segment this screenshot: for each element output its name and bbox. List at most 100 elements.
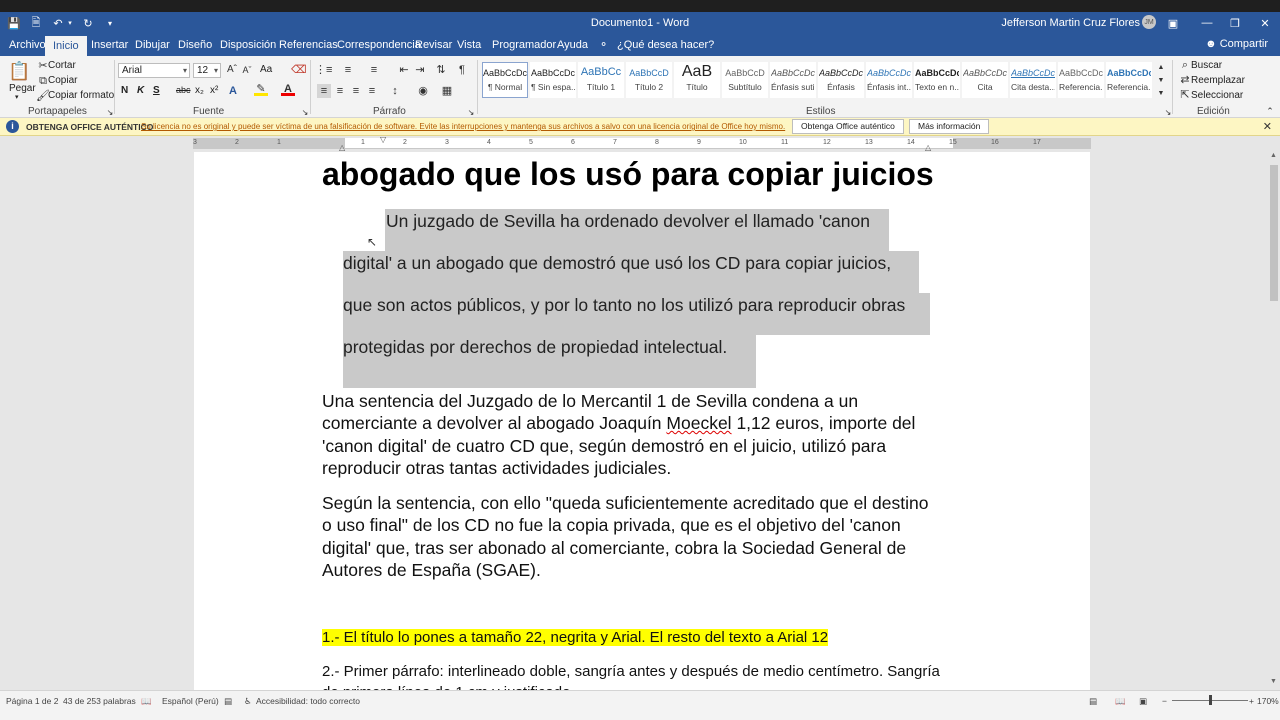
bullets-icon[interactable]: ⋮≡ xyxy=(315,63,332,77)
ribbon-display-icon[interactable]: ▣ xyxy=(1164,14,1182,32)
zoom-slider-thumb[interactable] xyxy=(1209,695,1212,705)
tab-revisar[interactable]: Revisar xyxy=(415,38,452,56)
shrink-font-icon[interactable]: Aˇ xyxy=(240,63,254,77)
styles-scroll-down-icon[interactable]: ▼ xyxy=(1154,74,1168,88)
zoom-in-icon[interactable]: + xyxy=(1249,696,1254,706)
vertical-scrollbar[interactable]: ▲ ▼ xyxy=(1268,150,1280,690)
paragraph-3-line[interactable]: digital' que, tras ser abonado al comerc… xyxy=(322,538,906,559)
select-button[interactable]: Seleccionar xyxy=(1191,90,1243,101)
close-icon[interactable]: ✕ xyxy=(1263,120,1272,133)
borders-icon[interactable]: ▦ xyxy=(440,84,454,98)
tab-inicio[interactable]: Inicio xyxy=(45,36,87,56)
font-name-combo[interactable]: Arial ▾ xyxy=(118,63,190,78)
tab-ayuda[interactable]: Ayuda xyxy=(557,38,588,56)
style-strong[interactable]: AaBbCcDc Texto en n... xyxy=(914,62,960,98)
paragraph-2-line[interactable]: Una sentencia del Juzgado de lo Mercanti… xyxy=(322,391,858,412)
tab-correspondencia[interactable]: Correspondencia xyxy=(337,38,421,56)
copy-button[interactable]: Copiar xyxy=(48,75,77,86)
paste-icon[interactable]: 📋 xyxy=(8,60,30,82)
font-color-icon[interactable]: A xyxy=(281,84,295,96)
tab-programador[interactable]: Programador xyxy=(492,38,556,56)
misspelled-word[interactable]: Moeckel xyxy=(666,413,731,433)
underline-button[interactable]: S xyxy=(153,85,160,96)
styles-scroll-up-icon[interactable]: ▲ xyxy=(1154,61,1168,75)
instruction-2[interactable]: 2.- Primer párrafo: interlineado doble, … xyxy=(322,663,940,680)
style-heading2[interactable]: AaBbCcD Título 2 xyxy=(626,62,672,98)
scroll-thumb[interactable] xyxy=(1270,165,1278,301)
style-intense-quote[interactable]: AaBbCcDc Cita desta... xyxy=(1010,62,1056,98)
line-spacing-icon[interactable]: ↕ xyxy=(388,84,402,98)
grow-font-icon[interactable]: Aˆ xyxy=(225,63,239,77)
more-info-button[interactable]: Más información xyxy=(909,119,990,134)
format-painter-button[interactable]: Copiar formato xyxy=(48,90,114,101)
restore-icon[interactable]: ❐ xyxy=(1226,14,1244,32)
paragraph-1-line[interactable]: digital' a un abogado que demostró que u… xyxy=(343,253,891,274)
macro-icon[interactable]: ▤ xyxy=(224,696,232,707)
style-intense-reference[interactable]: AaBbCcDc Referencia... xyxy=(1106,62,1152,98)
paragraph-3-line[interactable]: Autores de España (SGAE). xyxy=(322,560,541,581)
tab-referencias[interactable]: Referencias xyxy=(279,38,338,56)
minimize-icon[interactable]: — xyxy=(1198,14,1216,32)
info-message-link[interactable]: Su licencia no es original y puede ser v… xyxy=(141,122,785,131)
style-heading1[interactable]: AaBbCc Título 1 xyxy=(578,62,624,98)
tab-disposicion[interactable]: Disposición xyxy=(220,38,276,56)
superscript-button[interactable]: x² xyxy=(210,85,218,96)
justify-icon[interactable]: ≡ xyxy=(365,84,379,98)
tab-dibujar[interactable]: Dibujar xyxy=(135,38,170,56)
style-title[interactable]: AaB Título xyxy=(674,62,720,98)
instruction-1[interactable]: 1.- El título lo pones a tamaño 22, negr… xyxy=(322,629,829,646)
close-window-icon[interactable]: ✕ xyxy=(1256,14,1274,32)
subscript-button[interactable]: x₂ xyxy=(195,85,204,96)
italic-button[interactable]: K xyxy=(137,85,144,96)
document-page[interactable]: abogado que los usó para copiar juicios … xyxy=(194,152,1090,692)
highlight-icon[interactable]: ✎ xyxy=(254,84,268,96)
style-intense-emphasis[interactable]: AaBbCcDc Énfasis int... xyxy=(866,62,912,98)
scroll-down-icon[interactable]: ▼ xyxy=(1270,678,1277,685)
share-button[interactable]: ☻ Compartir xyxy=(1205,38,1268,50)
tab-insertar[interactable]: Insertar xyxy=(91,38,128,56)
scroll-up-icon[interactable]: ▲ xyxy=(1270,152,1277,159)
paragraph-1-line[interactable]: protegidas por derechos de propiedad int… xyxy=(343,337,727,358)
document-heading[interactable]: abogado que los usó para copiar juicios xyxy=(322,156,934,193)
align-left-icon[interactable]: ≡ xyxy=(317,84,331,98)
print-layout-icon[interactable]: ▣ xyxy=(1139,696,1147,707)
paragraph-3-line[interactable]: Según la sentencia, con ello "queda sufi… xyxy=(322,493,929,514)
align-center-icon[interactable]: ≡ xyxy=(333,84,347,98)
text-effects-icon[interactable]: A xyxy=(226,84,240,98)
paste-button[interactable]: Pegar xyxy=(9,83,36,94)
page-count[interactable]: Página 1 de 2 xyxy=(6,696,58,706)
style-subtle-reference[interactable]: AaBbCcDc Referencia... xyxy=(1058,62,1104,98)
tell-me-search[interactable]: ¿Qué desea hacer? xyxy=(617,38,714,56)
style-no-spacing[interactable]: AaBbCcDc ¶ Sin espa... xyxy=(530,62,576,98)
cut-button[interactable]: Cortar xyxy=(48,60,76,71)
paragraph-2-line[interactable]: comerciante a devolver al abogado Joaquí… xyxy=(322,413,915,434)
find-button[interactable]: Buscar xyxy=(1191,60,1222,71)
user-name[interactable]: Jefferson Martin Cruz Flores xyxy=(1001,17,1140,29)
focus-mode-icon[interactable]: ▤ xyxy=(1089,696,1097,707)
proofing-icon[interactable]: 📖 xyxy=(141,696,152,707)
search-icon[interactable]: ⌕ xyxy=(1178,58,1192,72)
paragraph-2-line[interactable]: 'canon digital' de cuatro CD que, según … xyxy=(322,436,886,457)
accessibility-status[interactable]: Accesibilidad: todo correcto xyxy=(256,696,360,706)
select-icon[interactable]: ⇱ xyxy=(1178,88,1192,102)
tab-vista[interactable]: Vista xyxy=(457,38,481,56)
accessibility-icon[interactable]: ♿ xyxy=(244,696,252,707)
styles-more-icon[interactable]: ▼ xyxy=(1154,87,1168,101)
show-formatting-icon[interactable]: ¶ xyxy=(455,63,469,77)
sort-icon[interactable]: ⇅ xyxy=(434,63,448,77)
tab-archivo[interactable]: Archivo xyxy=(9,38,46,56)
style-quote[interactable]: AaBbCcDc Cita xyxy=(962,62,1008,98)
decrease-indent-icon[interactable]: ⇤ xyxy=(397,63,411,77)
paragraph-2-line[interactable]: reproducir otras tantas actividades judi… xyxy=(322,458,671,479)
language[interactable]: Español (Perú) xyxy=(162,696,219,706)
style-emphasis[interactable]: AaBbCcDc Énfasis xyxy=(818,62,864,98)
get-genuine-office-button[interactable]: Obtenga Office auténtico xyxy=(792,119,904,134)
style-normal[interactable]: AaBbCcDc ¶ Normal xyxy=(482,62,528,98)
zoom-out-icon[interactable]: − xyxy=(1162,696,1167,706)
replace-button[interactable]: Reemplazar xyxy=(1191,75,1245,86)
shading-icon[interactable]: ◉ xyxy=(416,84,430,98)
strikethrough-button[interactable]: abc xyxy=(176,85,191,95)
vertical-ruler[interactable] xyxy=(0,150,14,690)
replace-icon[interactable]: ⇄ xyxy=(1178,73,1192,87)
avatar[interactable]: JM xyxy=(1142,15,1156,29)
